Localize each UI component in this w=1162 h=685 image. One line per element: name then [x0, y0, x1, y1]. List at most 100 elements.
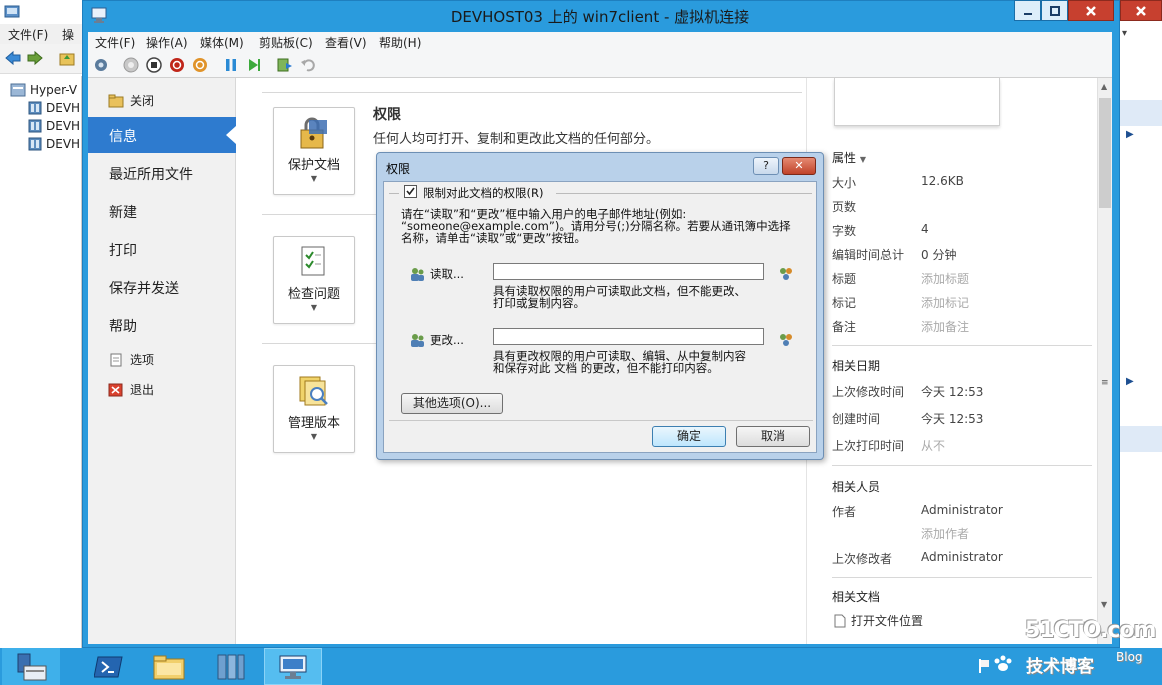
- add-tags-field[interactable]: 添加标记: [921, 294, 969, 311]
- change-permission-input[interactable]: [493, 328, 764, 345]
- nav-exit[interactable]: 退出: [108, 381, 154, 398]
- prop-label: 字数: [832, 224, 857, 238]
- selection-arrow-icon: [226, 126, 236, 144]
- vm-close-button[interactable]: [1068, 0, 1114, 21]
- tree-item[interactable]: DEVH: [28, 99, 80, 117]
- folder-up-icon[interactable]: [58, 49, 76, 67]
- date-label: 上次打印时间: [832, 439, 905, 453]
- grip-icon: ≡: [1101, 378, 1109, 388]
- hyperv-app-icon: [4, 5, 20, 18]
- document-thumbnail: [834, 78, 1000, 126]
- nav-close[interactable]: 关闭: [108, 92, 154, 109]
- cancel-button[interactable]: 取消: [736, 426, 810, 447]
- turn-off-icon[interactable]: [145, 56, 163, 74]
- nav-print[interactable]: 打印: [109, 240, 137, 260]
- chevron-down-icon[interactable]: ▾: [1122, 28, 1127, 39]
- date-label: 创建时间: [832, 412, 881, 426]
- taskbar-hyperv-manager[interactable]: [202, 648, 260, 685]
- vm-toolbar: [88, 52, 1112, 78]
- prop-label: 编辑时间总计: [832, 248, 905, 262]
- hyperv-tree-pane: Hyper-V DEVH DEVH DEVH: [0, 76, 82, 648]
- add-title-field[interactable]: 添加标题: [921, 270, 969, 287]
- prop-label: 备注: [832, 320, 857, 334]
- nav-new[interactable]: 新建: [109, 202, 137, 222]
- check-issues-button[interactable]: 检查问题 ▼: [273, 236, 355, 324]
- properties-header[interactable]: 属性 ▼: [832, 149, 866, 166]
- snapshot-icon[interactable]: [276, 56, 294, 74]
- pause-icon[interactable]: [222, 56, 240, 74]
- scroll-thumb[interactable]: [1099, 98, 1111, 208]
- change-button-label: 更改...: [430, 333, 464, 347]
- scroll-up-icon[interactable]: ▲: [1101, 82, 1107, 91]
- nav-help[interactable]: 帮助: [109, 316, 137, 336]
- taskbar-powershell[interactable]: [80, 648, 138, 685]
- taskbar-vm-connection[interactable]: [264, 648, 322, 685]
- scroll-down-icon[interactable]: ▼: [1101, 600, 1107, 609]
- vm-menu-help[interactable]: 帮助(H): [379, 34, 421, 51]
- tree-root[interactable]: Hyper-V: [10, 81, 77, 99]
- vm-menu-action[interactable]: 操作(A): [146, 34, 188, 51]
- manage-versions-button[interactable]: 管理版本 ▼: [273, 365, 355, 453]
- vm-menu-clipboard[interactable]: 剪贴板(C): [259, 34, 313, 51]
- start-icon[interactable]: [122, 56, 140, 74]
- check-issues-label: 检查问题: [287, 287, 340, 302]
- taskbar-explorer[interactable]: [140, 648, 198, 685]
- dates-header: 相关日期: [832, 359, 881, 373]
- expand-arrow-icon[interactable]: ▶: [1126, 376, 1134, 387]
- vm-maximize-button[interactable]: [1041, 0, 1068, 21]
- back-arrow-icon[interactable]: [4, 50, 22, 66]
- tree-item-label: DEVH: [46, 101, 81, 115]
- more-options-button[interactable]: 其他选项(O)...: [401, 393, 503, 414]
- change-button[interactable]: 更改...: [408, 331, 464, 349]
- nav-save-send[interactable]: 保存并发送: [109, 278, 179, 298]
- author-value[interactable]: Administrator: [921, 503, 1003, 517]
- watermark-blog-en: Blog: [1116, 650, 1143, 664]
- host-close-button[interactable]: [1120, 0, 1162, 21]
- prop-label: 大小: [832, 176, 857, 190]
- ctrl-alt-del-icon[interactable]: [92, 56, 110, 74]
- hyperv-toolbar: [0, 44, 82, 74]
- nav-options[interactable]: 选项: [108, 351, 154, 368]
- vm-minimize-button[interactable]: [1014, 0, 1041, 21]
- server-manager-icon: [17, 653, 47, 680]
- vm-menu-media[interactable]: 媒体(M): [200, 34, 244, 51]
- checkmark-icon: [406, 187, 415, 196]
- address-book-icon[interactable]: [778, 266, 794, 282]
- folder-icon: [153, 655, 185, 679]
- vm-menu-file[interactable]: 文件(F): [95, 34, 135, 51]
- vertical-scrollbar[interactable]: ▲ ≡ ▼: [1097, 78, 1112, 644]
- tray-flag-icon[interactable]: [977, 658, 991, 674]
- nav-info[interactable]: 信息: [109, 126, 137, 146]
- ok-button[interactable]: 确定: [652, 426, 726, 447]
- permissions-heading: 权限: [373, 107, 401, 123]
- dialog-help-button[interactable]: ?: [753, 157, 779, 175]
- shutdown-icon[interactable]: [168, 56, 186, 74]
- tree-item[interactable]: DEVH: [28, 117, 80, 135]
- restrict-permission-label[interactable]: 限制对此文档的权限(R): [423, 185, 543, 201]
- nav-options-label: 选项: [130, 353, 155, 367]
- hyperv-menu-file[interactable]: 文件(F): [8, 26, 48, 43]
- protect-document-button[interactable]: 保护文档 ▼: [273, 107, 355, 195]
- expand-arrow-icon[interactable]: ▶: [1126, 129, 1134, 140]
- forward-arrow-icon[interactable]: [26, 50, 44, 66]
- tree-item[interactable]: DEVH: [28, 135, 80, 153]
- nav-recent[interactable]: 最近所用文件: [109, 164, 193, 184]
- watermark: 51CTO.com 技术博客 Blog: [994, 618, 1162, 678]
- read-permission-input[interactable]: [493, 263, 764, 280]
- taskbar-server-manager[interactable]: [2, 648, 60, 685]
- revert-icon[interactable]: [299, 56, 317, 74]
- restrict-permission-checkbox[interactable]: [404, 185, 417, 198]
- address-book-icon[interactable]: [778, 332, 794, 348]
- dialog-close-button[interactable]: ✕: [782, 157, 816, 175]
- read-description-2: 打印或复制内容。: [493, 296, 585, 310]
- add-author-field[interactable]: 添加作者: [921, 525, 969, 542]
- change-description-2: 和保存对此 文档 的更改，但不能打印内容。: [493, 361, 719, 375]
- manage-versions-label: 管理版本: [287, 416, 340, 431]
- add-comments-field[interactable]: 添加备注: [921, 318, 969, 335]
- save-state-icon[interactable]: [191, 56, 209, 74]
- vm-menu-view[interactable]: 查看(V): [325, 34, 367, 51]
- open-file-location-link[interactable]: 打开文件位置: [834, 612, 923, 629]
- read-button[interactable]: 读取...: [408, 265, 464, 283]
- section-divider: [832, 345, 1092, 346]
- reset-icon[interactable]: [245, 56, 263, 74]
